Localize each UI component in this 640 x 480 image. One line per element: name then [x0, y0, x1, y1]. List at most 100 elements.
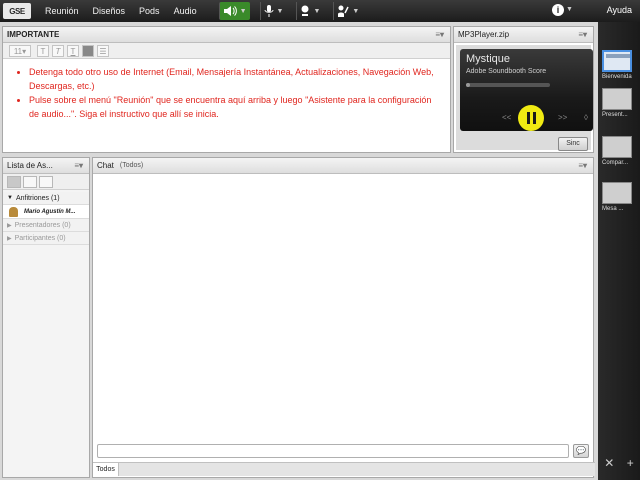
triangle-right-icon: ▶ [7, 222, 12, 229]
pause-icon [532, 112, 536, 124]
sync-button[interactable]: Sinc [558, 137, 588, 151]
microphone-button[interactable]: ▼ [259, 2, 287, 20]
attendee-group-label: Participantes (0) [14, 234, 66, 242]
mp3-player-pod: MP3Player.zip ≡▾ Mystique Adobe Soundboo… [453, 26, 594, 153]
webcam-icon [301, 5, 309, 16]
attendee-pod-header: Lista de As... ≡▾ [3, 158, 89, 174]
pod-menu-icon[interactable]: ≡▾ [74, 161, 83, 170]
app-logo: GSE [3, 3, 31, 19]
speech-bubble-icon: 💬 [576, 446, 586, 455]
pause-icon [526, 112, 530, 124]
layout-item-compartir[interactable]: Compar... [602, 136, 636, 166]
notes-bullet: Detenga todo otro uso de Internet (Email… [29, 65, 440, 93]
triangle-right-icon: ▶ [7, 235, 12, 242]
speaker-icon [223, 6, 237, 16]
top-menu-bar: GSE Reunión Diseños Pods Audio ▼ ▼ ▼ ▼ i… [0, 0, 640, 22]
layout-item-mesa[interactable]: Mesa ... [602, 182, 636, 212]
grid-view-button[interactable] [23, 175, 37, 188]
chevron-down-icon[interactable]: ▼ [277, 8, 284, 15]
attendee-group-label: Presentadores (0) [14, 221, 71, 229]
raise-hand-icon [338, 5, 350, 17]
layout-label: Bienvenida [602, 74, 632, 80]
list-view-button[interactable] [7, 175, 21, 188]
layout-item-bienvenida[interactable]: Bienvenida [602, 50, 636, 80]
layout-label: Compar... [602, 160, 629, 166]
next-track-button[interactable]: >> [558, 113, 567, 122]
role-view-button[interactable] [39, 175, 53, 188]
italic-button[interactable]: T [52, 44, 64, 57]
volume-icon[interactable]: ◊ [584, 113, 588, 122]
info-icon[interactable]: i [552, 4, 564, 16]
underline-button[interactable]: T [67, 44, 79, 57]
chat-recipient-label: (Todos) [119, 162, 144, 169]
mp3-pod-title: MP3Player.zip [458, 30, 510, 39]
chat-tab-todos[interactable]: Todos [93, 463, 119, 476]
notes-pod-title: IMPORTANTE [7, 30, 60, 39]
attendee-name: Mario Agustín M... [24, 208, 76, 215]
notes-pod-header: IMPORTANTE ≡▾ [3, 27, 450, 43]
chat-tab-bar: Todos [93, 462, 595, 476]
chat-messages-area [93, 175, 593, 441]
layout-label: Present... [602, 112, 628, 118]
layout-item-presentacion[interactable]: Present... [602, 88, 636, 118]
layout-thumbnail [602, 88, 632, 110]
mp3-player: Mystique Adobe Soundbooth Score << >> ◊ … [456, 45, 593, 151]
mp3-screen: Mystique Adobe Soundbooth Score << >> ◊ [460, 49, 593, 131]
chat-send-button[interactable]: 💬 [573, 444, 589, 458]
attendee-group-presenters[interactable]: ▶ Presentadores (0) [3, 219, 89, 232]
menu-disenos[interactable]: Diseños [93, 6, 126, 16]
attendee-row[interactable]: Mario Agustín M... [3, 205, 89, 219]
chevron-down-icon[interactable]: ▼ [352, 8, 359, 15]
layout-thumbnail [602, 182, 632, 204]
raise-hand-button[interactable]: ▼ [333, 2, 362, 20]
attendee-view-toolbar [3, 174, 89, 190]
menu-audio[interactable]: Audio [174, 6, 197, 16]
font-size-dropdown[interactable]: 11▾ [9, 44, 31, 57]
chat-message-input[interactable] [97, 444, 569, 458]
mp3-progress-fill [466, 83, 471, 87]
chevron-down-icon[interactable]: ▼ [313, 8, 320, 15]
notes-pod: IMPORTANTE ≡▾ 11▾ T T T ☰ Detenga todo o… [2, 26, 451, 153]
menu-pods[interactable]: Pods [139, 6, 160, 16]
layouts-bar: Bienvenida Present... Compar... Mesa ...… [598, 22, 640, 480]
attendee-list-pod: Lista de As... ≡▾ ▼ Anfitriones (1) Mari… [2, 157, 90, 478]
layout-label: Mesa ... [602, 206, 624, 212]
webcam-button[interactable]: ▼ [296, 2, 323, 20]
help-menu[interactable]: Ayuda [607, 5, 632, 15]
pod-menu-icon[interactable]: ≡▾ [578, 161, 587, 170]
add-layout-icon[interactable]: + [627, 456, 634, 470]
layout-thumbnail [602, 50, 632, 72]
attendee-group-hosts[interactable]: ▼ Anfitriones (1) [3, 192, 89, 205]
settings-icon[interactable]: ✕ [604, 456, 614, 470]
mp3-track-artist: Adobe Soundbooth Score [466, 68, 547, 75]
layouts-footer: ✕ + [598, 456, 640, 470]
mp3-progress-bar[interactable] [466, 83, 550, 87]
menu-reunion[interactable]: Reunión [45, 6, 79, 16]
previous-track-button[interactable]: << [502, 113, 511, 122]
host-user-icon [9, 206, 18, 217]
notes-content[interactable]: Detenga todo otro uso de Internet (Email… [3, 59, 450, 125]
speaker-button[interactable]: ▼ [218, 2, 250, 20]
attendee-pod-title: Lista de As... [7, 161, 53, 170]
mp3-pod-header: MP3Player.zip ≡▾ [454, 27, 593, 43]
chevron-down-icon[interactable]: ▼ [566, 6, 573, 13]
toolbar-controls: ▼ ▼ ▼ ▼ [218, 2, 363, 20]
chevron-down-icon[interactable]: ▼ [240, 8, 247, 15]
pod-menu-icon[interactable]: ≡▾ [435, 30, 444, 39]
mp3-track-title: Mystique [466, 53, 511, 65]
attendee-group-label: Anfitriones (1) [15, 194, 60, 202]
chat-pod: Chat (Todos) ≡▾ 💬 Todos [92, 157, 595, 478]
text-color-button[interactable] [82, 44, 94, 57]
pause-button[interactable] [518, 105, 544, 131]
chat-pod-header: Chat (Todos) ≡▾ [93, 158, 593, 174]
bullet-list-button[interactable]: ☰ [97, 44, 109, 57]
triangle-down-icon: ▼ [7, 195, 13, 201]
pod-menu-icon[interactable]: ≡▾ [578, 30, 587, 39]
chat-pod-title: Chat [97, 161, 114, 170]
notes-bullet: Pulse sobre el menú "Reunión" que se enc… [29, 93, 440, 121]
notes-format-toolbar: 11▾ T T T ☰ [3, 43, 450, 59]
bold-button[interactable]: T [37, 44, 49, 57]
microphone-icon [264, 5, 274, 17]
layout-thumbnail [602, 136, 632, 158]
attendee-group-participants[interactable]: ▶ Participantes (0) [3, 232, 89, 245]
